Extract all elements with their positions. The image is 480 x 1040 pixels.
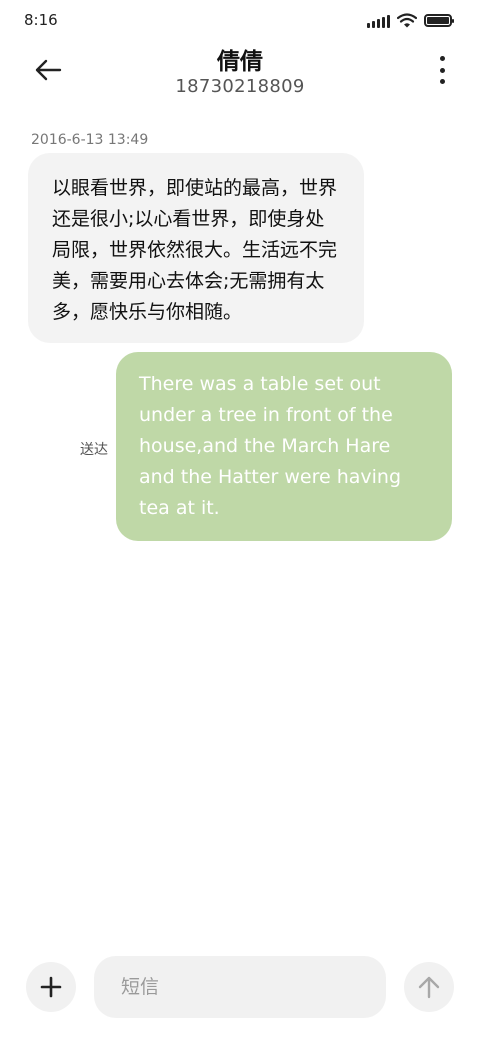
conversation-header: 倩倩 18730218809 <box>0 40 480 110</box>
plus-icon <box>40 976 62 998</box>
outgoing-message-bubble[interactable]: There was a table set out under a tree i… <box>116 352 452 541</box>
status-time: 8:16 <box>24 11 58 29</box>
incoming-message-bubble[interactable]: 以眼看世界，即使站的最高，世界还是很小;以心看世界，即使身处局限，世界依然很大。… <box>28 153 364 343</box>
message-timestamp: 2016-6-13 13:49 <box>31 132 149 148</box>
contact-number: 18730218809 <box>175 76 305 97</box>
incoming-message-text: 以眼看世界，即使站的最高，世界还是很小;以心看世界，即使身处局限，世界依然很大。… <box>52 177 338 323</box>
contact-name: 倩倩 <box>217 49 263 75</box>
wifi-icon <box>397 13 417 28</box>
send-button[interactable] <box>404 962 454 1012</box>
battery-icon <box>424 14 454 27</box>
message-input[interactable] <box>94 956 386 1018</box>
more-options-button[interactable] <box>434 56 450 84</box>
message-composer <box>0 950 480 1030</box>
signal-icon <box>367 14 390 28</box>
more-vertical-icon <box>439 56 445 61</box>
add-attachment-button[interactable] <box>26 962 76 1012</box>
outgoing-message-text: There was a table set out under a tree i… <box>139 373 402 519</box>
status-icons <box>367 13 454 28</box>
status-bar: 8:16 <box>0 0 480 40</box>
delivery-status: 送达 <box>80 442 108 458</box>
arrow-up-icon <box>418 976 440 999</box>
